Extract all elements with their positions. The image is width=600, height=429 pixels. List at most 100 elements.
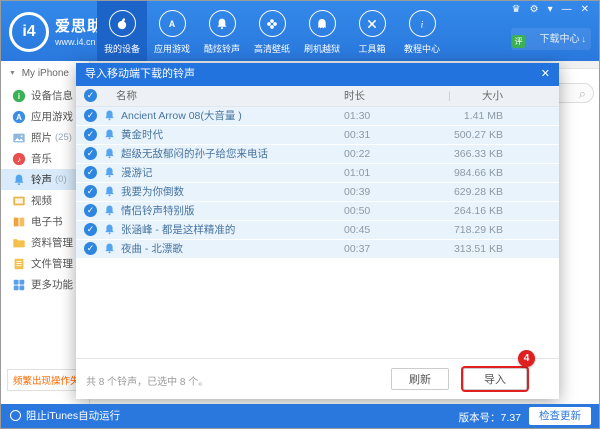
check-update-button[interactable]: 检查更新	[529, 407, 591, 425]
ringtone-row[interactable]: ✓漫游记01:01984.66 KB	[76, 164, 559, 182]
ringtone-row[interactable]: ✓情侣铃声特别版00:50264.16 KB	[76, 202, 559, 220]
dialog-close-icon[interactable]: ✕	[541, 63, 550, 86]
row-checkbox[interactable]: ✓	[84, 147, 97, 160]
sidebar-item-count: (25)	[55, 132, 72, 143]
ringtone-row[interactable]: ✓夜曲 - 北漂歌00:37313.51 KB	[76, 240, 559, 258]
apple-icon	[109, 10, 136, 37]
import-ringtones-dialog: 导入移动端下载的铃声 ✕ ✓ 名称 时长 | 大小 ✓Ancient Arrow…	[76, 63, 559, 399]
ringtone-name: 张涵峰 - 都是这样精准的	[121, 221, 235, 239]
device-name: My iPhone	[22, 68, 69, 79]
import-button[interactable]: 导入	[463, 368, 527, 390]
download-center-button[interactable]: 评 下载中心↓	[511, 28, 591, 50]
svg-text:♪: ♪	[17, 155, 21, 164]
ringtone-duration: 00:22	[344, 145, 370, 163]
more-icon	[12, 278, 26, 292]
nav-item-label: 酷炫铃声	[204, 42, 240, 55]
ringtone-name: 情侣铃声特别版	[121, 202, 195, 220]
nav-item-3[interactable]: 高清壁纸	[247, 1, 297, 61]
sidebar-item-label: 设备信息	[31, 88, 73, 103]
ringtone-row[interactable]: ✓ 超级无敌郁闷的孙子给您来电话 00:22 366.33 KB	[76, 145, 559, 163]
column-size: 大小	[482, 86, 503, 106]
svg-text:i: i	[18, 92, 20, 101]
settings-icon[interactable]: ⚙	[530, 5, 539, 15]
video-icon	[12, 194, 26, 208]
music-icon: ♪	[12, 152, 26, 166]
bell-icon	[103, 128, 116, 141]
sidebar-item-label: 电子书	[31, 214, 63, 229]
nav-item-2[interactable]: 酷炫铃声	[197, 1, 247, 61]
minimize-icon[interactable]: —	[562, 5, 572, 15]
row-checkbox[interactable]: ✓	[84, 223, 97, 236]
nav-item-6[interactable]: i教程中心	[397, 1, 447, 61]
row-checkbox[interactable]: ✓	[84, 166, 97, 179]
block-itunes-toggle[interactable]: 阻止iTunes自动运行	[10, 408, 120, 423]
nav-item-label: 我的设备	[104, 42, 140, 55]
mask-icon	[309, 10, 336, 37]
ringtone-duration: 00:50	[344, 202, 370, 220]
select-all-checkbox[interactable]: ✓	[84, 89, 97, 102]
ringtone-list: ✓Ancient Arrow 08(大音量 )01:301.41 MB✓黄金时代…	[76, 107, 559, 259]
main-nav: 我的设备 A应用游戏酷炫铃声高清壁纸刷机越狱工具箱 i教程中心	[97, 1, 447, 61]
ringtone-duration: 00:45	[344, 221, 370, 239]
row-checkbox[interactable]: ✓	[84, 242, 97, 255]
version-label: 版本号：7.37	[459, 410, 521, 425]
block-itunes-label: 阻止iTunes自动运行	[26, 408, 120, 423]
bell-icon	[103, 242, 116, 255]
bell-icon	[103, 147, 116, 160]
nav-item-4[interactable]: 刷机越狱	[297, 1, 347, 61]
ringtone-row[interactable]: ✓ 张涵峰 - 都是这样精准的 00:45 718.29 KB	[76, 221, 559, 239]
ringtone-size: 1.41 MB	[464, 107, 503, 125]
row-checkbox[interactable]: ✓	[84, 109, 97, 122]
svg-text:A: A	[169, 19, 176, 29]
ringtone-duration: 00:39	[344, 183, 370, 201]
ringtone-icon	[12, 173, 26, 187]
column-duration: 时长	[344, 86, 365, 106]
ebook-icon	[12, 215, 26, 229]
bell-icon	[103, 223, 116, 236]
content-area: ⌕ ▼ My iPhone i设备信息A应用游戏(3照片(25)♪音乐铃声(0)…	[1, 61, 599, 404]
app-window: i4 爱思助手 www.i4.cn 我的设备A应用游戏酷炫铃声高清壁纸刷机越狱工…	[0, 0, 600, 429]
refresh-button[interactable]: 刷新	[391, 368, 449, 390]
app-icon: A	[12, 110, 26, 124]
row-checkbox[interactable]: ✓	[84, 185, 97, 198]
window-controls: ♛ ⚙ ▾ — ✕	[512, 5, 589, 15]
device-info-icon: i	[12, 89, 26, 103]
ringtone-row[interactable]: ✓ 黄金时代 00:31 500.27 KB	[76, 126, 559, 144]
top-nav-bar: i4 爱思助手 www.i4.cn 我的设备A应用游戏酷炫铃声高清壁纸刷机越狱工…	[1, 1, 599, 61]
ringtone-row[interactable]: ✓Ancient Arrow 08(大音量 )01:301.41 MB	[76, 107, 559, 125]
nav-item-5[interactable]: 工具箱	[347, 1, 397, 61]
dialog-title: 导入移动端下载的铃声	[85, 68, 195, 80]
ringtone-size: 366.33 KB	[454, 145, 503, 163]
ringtone-name: 黄金时代	[121, 126, 163, 144]
sidebar-item-label: 照片	[31, 130, 52, 145]
ringtone-size: 313.51 KB	[454, 240, 503, 258]
bell-icon	[209, 10, 236, 37]
selection-summary: 共 8 个铃声，已选中 8 个。	[86, 373, 208, 388]
vip-icon[interactable]: ♛	[512, 5, 521, 15]
column-divider: |	[448, 86, 451, 106]
nav-item-label: 工具箱	[358, 42, 385, 55]
bell-icon	[103, 109, 116, 122]
bell-icon	[103, 185, 116, 198]
row-checkbox[interactable]: ✓	[84, 204, 97, 217]
ringtone-size: 500.27 KB	[454, 126, 503, 144]
close-window-icon[interactable]: ✕	[581, 5, 589, 15]
ringtone-size: 629.28 KB	[454, 183, 503, 201]
download-icon: ↓	[582, 34, 587, 44]
ringtone-row[interactable]: ✓我要为你倒数00:39629.28 KB	[76, 183, 559, 201]
step-badge: 4	[518, 350, 535, 367]
ringtone-size: 984.66 KB	[454, 164, 503, 182]
ringtone-duration: 00:31	[344, 126, 370, 144]
column-name: 名称	[116, 86, 137, 106]
menu-icon[interactable]: ▾	[548, 5, 553, 15]
nav-item-1[interactable]: A应用游戏	[147, 1, 197, 61]
svg-text:A: A	[16, 113, 22, 122]
row-checkbox[interactable]: ✓	[84, 128, 97, 141]
bell-icon	[103, 166, 116, 179]
ringtone-name: 超级无敌郁闷的孙子给您来电话	[121, 145, 268, 163]
download-center-label: 下载中心	[540, 34, 580, 45]
nav-item-0[interactable]: 我的设备	[97, 1, 147, 61]
svg-text:i: i	[421, 19, 424, 30]
chevron-down-icon: ▼	[9, 70, 16, 77]
ringtone-size: 718.29 KB	[454, 221, 503, 239]
